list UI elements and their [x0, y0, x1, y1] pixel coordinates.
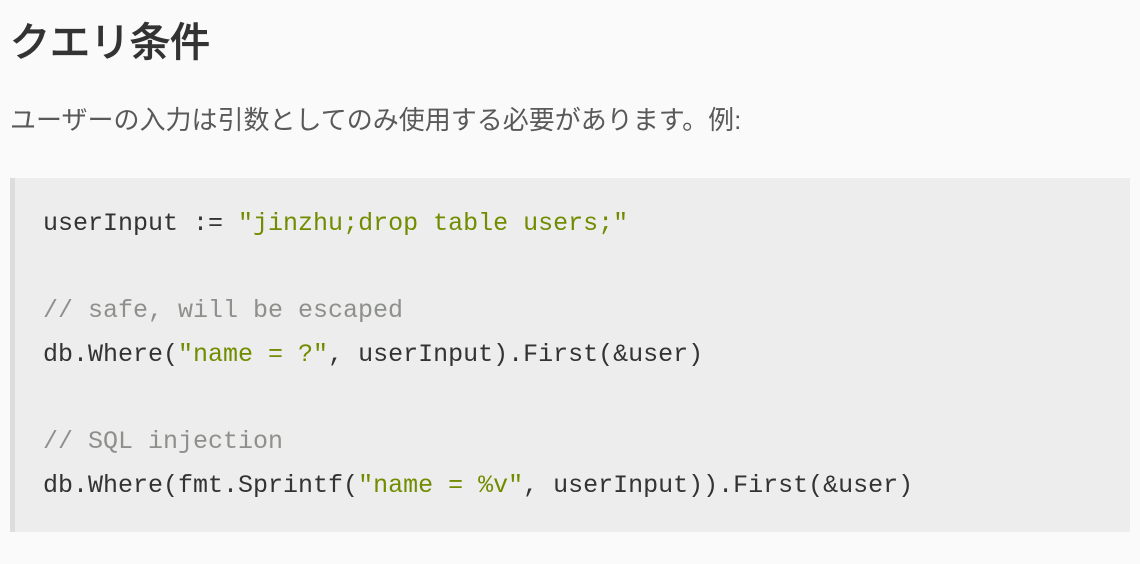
code-line: userInput := "jinzhu;drop table users;" [43, 202, 1102, 246]
code-comment-text: // safe, will be escaped [43, 296, 403, 325]
section-heading: クエリ条件 [10, 10, 1130, 68]
code-line: db.Where("name = ?", userInput).First(&u… [43, 333, 1102, 377]
code-blank-line [43, 245, 1102, 289]
code-string: "name = %v" [358, 471, 523, 500]
code-string: "name = ?" [178, 340, 328, 369]
code-blank-line [43, 377, 1102, 421]
code-line: db.Where(fmt.Sprintf("name = %v", userIn… [43, 464, 1102, 508]
code-text: , userInput)).First(&user) [523, 471, 913, 500]
code-text: db.Where(fmt.Sprintf( [43, 471, 358, 500]
code-text: db.Where( [43, 340, 178, 369]
code-string: "jinzhu;drop table users;" [238, 209, 628, 238]
code-text: , userInput).First(&user) [328, 340, 703, 369]
section-description: ユーザーの入力は引数としてのみ使用する必要があります。例: [10, 100, 1130, 142]
code-comment: // safe, will be escaped [43, 289, 1102, 333]
code-comment-text: // SQL injection [43, 427, 283, 456]
code-comment: // SQL injection [43, 420, 1102, 464]
code-text: userInput := [43, 209, 238, 238]
code-block: userInput := "jinzhu;drop table users;" … [10, 178, 1130, 532]
